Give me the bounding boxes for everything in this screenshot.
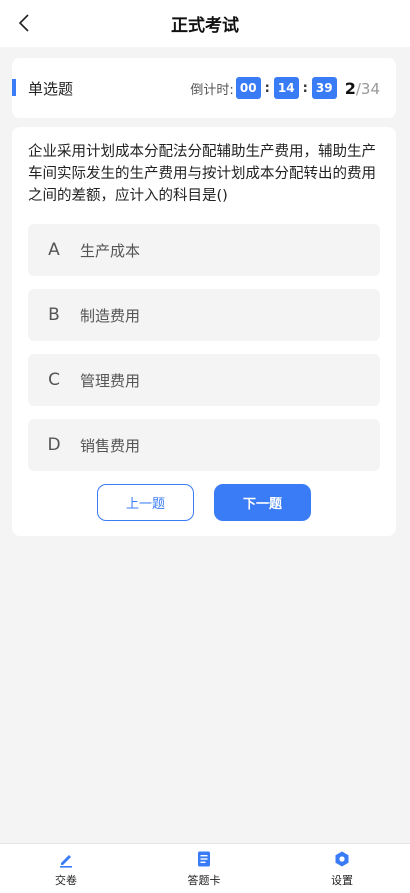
question-text: 企业采用计划成本分配法分配辅助生产费用，辅助生产车间实际发生的生产费用与按计划成… — [28, 144, 376, 204]
option-letter: D — [47, 435, 61, 455]
option-text: 制造费用 — [80, 306, 141, 325]
tab-label: 答题卡 — [187, 874, 221, 887]
timer-minutes: 14 — [273, 77, 299, 99]
tab-settings[interactable]: 设置 — [302, 844, 382, 893]
question-card: 企业采用计划成本分配法分配辅助生产费用，辅助生产车间实际发生的生产费用与按计划成… — [12, 127, 396, 536]
chevron-left-icon — [18, 14, 29, 32]
total-questions: /34 — [355, 79, 380, 98]
timer-seconds: 39 — [311, 77, 337, 99]
option-letter: A — [48, 240, 60, 260]
question-progress: 2/34 — [345, 79, 380, 98]
next-question-button[interactable]: 下一题 — [214, 484, 311, 521]
tab-answer-card[interactable]: 答题卡 — [164, 844, 244, 893]
answer-sheet-icon — [198, 851, 210, 867]
timer-separator: : — [264, 80, 270, 96]
option-letter: B — [48, 305, 60, 325]
option-c[interactable]: C 管理费用 — [28, 354, 380, 406]
accent-marker — [12, 79, 16, 96]
option-a[interactable]: A 生产成本 — [28, 224, 380, 276]
question-info-bar: 单选题 倒计时: 00 : 14 : 39 2/34 — [12, 58, 396, 118]
current-question-number: 2 — [344, 78, 356, 98]
back-button[interactable] — [8, 7, 40, 39]
bottom-tab-bar: 交卷 答题卡 设置 — [0, 843, 410, 893]
gear-icon — [335, 851, 349, 867]
page-title: 正式考试 — [171, 16, 239, 36]
option-text: 管理费用 — [80, 371, 141, 390]
tab-label: 交卷 — [55, 874, 77, 887]
tab-submit[interactable]: 交卷 — [26, 844, 106, 893]
option-d[interactable]: D 销售费用 — [28, 419, 380, 471]
timer-label: 倒计时: — [190, 82, 234, 98]
option-text: 生产成本 — [80, 241, 141, 260]
tab-label: 设置 — [331, 874, 353, 887]
option-text: 销售费用 — [80, 436, 141, 455]
pencil-icon — [60, 855, 72, 868]
option-b[interactable]: B 制造费用 — [28, 289, 380, 341]
timer-hours: 00 — [235, 77, 261, 99]
option-letter: C — [48, 370, 60, 390]
top-nav-bar: 正式考试 — [0, 0, 410, 47]
timer-separator: : — [302, 80, 308, 96]
countdown-timer: 倒计时: 00 : 14 : 39 2/34 — [190, 58, 380, 118]
question-type-label: 单选题 — [28, 79, 74, 98]
previous-question-button[interactable]: 上一题 — [97, 484, 194, 521]
